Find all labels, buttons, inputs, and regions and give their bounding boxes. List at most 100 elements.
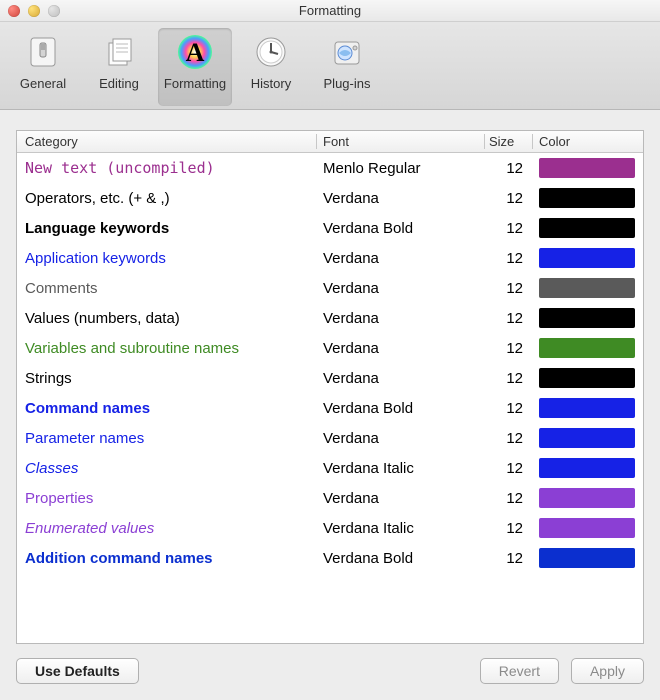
category-cell: Comments <box>17 280 317 297</box>
color-cell[interactable] <box>533 185 643 211</box>
color-cell[interactable] <box>533 215 643 241</box>
header-font[interactable]: Font <box>317 134 485 149</box>
color-swatch[interactable] <box>539 338 635 358</box>
size-cell: 12 <box>485 160 533 177</box>
color-swatch[interactable] <box>539 278 635 298</box>
color-swatch[interactable] <box>539 308 635 328</box>
zoom-window-button[interactable] <box>48 5 60 17</box>
color-swatch[interactable] <box>539 248 635 268</box>
editing-icon <box>99 32 139 72</box>
header-category[interactable]: Category <box>17 134 317 149</box>
content-area: Category Font Size Color New text (uncom… <box>0 110 660 700</box>
size-cell: 12 <box>485 340 533 357</box>
color-cell[interactable] <box>533 335 643 361</box>
table-row[interactable]: Application keywordsVerdana12 <box>17 243 643 273</box>
color-cell[interactable] <box>533 425 643 451</box>
color-swatch[interactable] <box>539 188 635 208</box>
window-controls <box>8 5 60 17</box>
use-defaults-button[interactable]: Use Defaults <box>16 658 139 684</box>
category-cell: New text (uncompiled) <box>17 159 317 177</box>
font-cell: Menlo Regular <box>317 160 485 177</box>
font-cell: Verdana <box>317 280 485 297</box>
size-cell: 12 <box>485 490 533 507</box>
category-cell: Language keywords <box>17 220 317 237</box>
color-cell[interactable] <box>533 485 643 511</box>
font-cell: Verdana Bold <box>317 220 485 237</box>
table-row[interactable]: CommentsVerdana12 <box>17 273 643 303</box>
minimize-window-button[interactable] <box>28 5 40 17</box>
font-cell: Verdana <box>317 310 485 327</box>
tab-label: Editing <box>99 76 139 91</box>
font-cell: Verdana <box>317 250 485 267</box>
font-cell: Verdana <box>317 490 485 507</box>
font-cell: Verdana <box>317 190 485 207</box>
color-cell[interactable] <box>533 545 643 571</box>
category-cell: Variables and subroutine names <box>17 340 317 357</box>
table-row[interactable]: StringsVerdana12 <box>17 363 643 393</box>
category-cell: Addition command names <box>17 550 317 567</box>
svg-text:A: A <box>186 38 205 67</box>
font-cell: Verdana <box>317 430 485 447</box>
header-size[interactable]: Size <box>485 134 533 149</box>
table-row[interactable]: Language keywordsVerdana Bold12 <box>17 213 643 243</box>
category-cell: Properties <box>17 490 317 507</box>
history-icon <box>251 32 291 72</box>
formatting-table: Category Font Size Color New text (uncom… <box>16 130 644 644</box>
color-cell[interactable] <box>533 455 643 481</box>
tab-formatting[interactable]: A Formatting <box>158 28 232 106</box>
tab-label: General <box>20 76 66 91</box>
close-window-button[interactable] <box>8 5 20 17</box>
color-cell[interactable] <box>533 395 643 421</box>
header-color[interactable]: Color <box>533 134 643 149</box>
tab-general[interactable]: General <box>6 28 80 106</box>
color-swatch[interactable] <box>539 158 635 178</box>
revert-button[interactable]: Revert <box>480 658 559 684</box>
color-cell[interactable] <box>533 245 643 271</box>
table-body: New text (uncompiled)Menlo Regular12Oper… <box>17 153 643 643</box>
color-swatch[interactable] <box>539 398 635 418</box>
font-cell: Verdana Bold <box>317 550 485 567</box>
size-cell: 12 <box>485 310 533 327</box>
size-cell: 12 <box>485 370 533 387</box>
apply-button[interactable]: Apply <box>571 658 644 684</box>
titlebar: Formatting <box>0 0 660 22</box>
font-cell: Verdana <box>317 370 485 387</box>
color-swatch[interactable] <box>539 488 635 508</box>
color-cell[interactable] <box>533 515 643 541</box>
color-swatch[interactable] <box>539 458 635 478</box>
category-cell: Operators, etc. (+ & ,) <box>17 190 317 207</box>
color-cell[interactable] <box>533 155 643 181</box>
table-row[interactable]: Variables and subroutine namesVerdana12 <box>17 333 643 363</box>
table-row[interactable]: Parameter namesVerdana12 <box>17 423 643 453</box>
color-swatch[interactable] <box>539 368 635 388</box>
table-header: Category Font Size Color <box>17 131 643 153</box>
tab-editing[interactable]: Editing <box>82 28 156 106</box>
size-cell: 12 <box>485 190 533 207</box>
font-cell: Verdana <box>317 340 485 357</box>
table-row[interactable]: ClassesVerdana Italic12 <box>17 453 643 483</box>
color-swatch[interactable] <box>539 428 635 448</box>
table-row[interactable]: Command namesVerdana Bold12 <box>17 393 643 423</box>
table-row[interactable]: PropertiesVerdana12 <box>17 483 643 513</box>
font-cell: Verdana Italic <box>317 460 485 477</box>
table-row[interactable]: New text (uncompiled)Menlo Regular12 <box>17 153 643 183</box>
tab-plugins[interactable]: Plug-ins <box>310 28 384 106</box>
color-swatch[interactable] <box>539 548 635 568</box>
color-cell[interactable] <box>533 365 643 391</box>
formatting-icon: A <box>175 32 215 72</box>
color-cell[interactable] <box>533 275 643 301</box>
table-row[interactable]: Addition command namesVerdana Bold12 <box>17 543 643 573</box>
size-cell: 12 <box>485 520 533 537</box>
table-row[interactable]: Enumerated valuesVerdana Italic12 <box>17 513 643 543</box>
table-row[interactable]: Values (numbers, data)Verdana12 <box>17 303 643 333</box>
color-swatch[interactable] <box>539 518 635 538</box>
tab-history[interactable]: History <box>234 28 308 106</box>
color-cell[interactable] <box>533 305 643 331</box>
category-cell: Application keywords <box>17 250 317 267</box>
plugins-icon <box>327 32 367 72</box>
table-row[interactable]: Operators, etc. (+ & ,)Verdana12 <box>17 183 643 213</box>
preferences-toolbar: General Editing A Formatting <box>0 22 660 110</box>
category-cell: Command names <box>17 400 317 417</box>
color-swatch[interactable] <box>539 218 635 238</box>
font-cell: Verdana Italic <box>317 520 485 537</box>
